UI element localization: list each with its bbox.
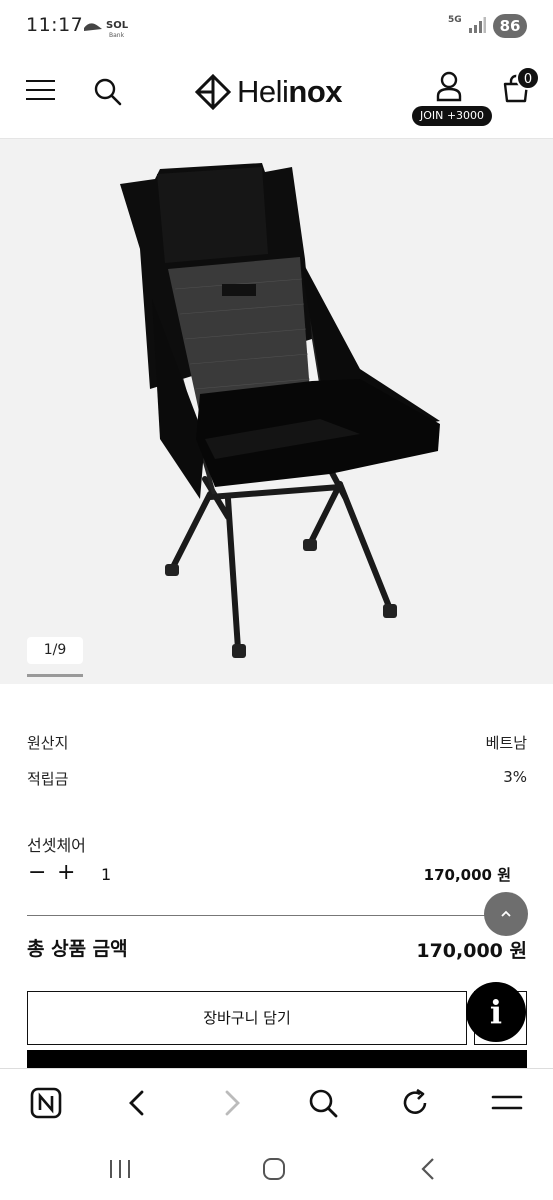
origin-label: 원산지: [27, 734, 69, 752]
site-header: Helinox JOIN +3000 0: [0, 52, 553, 139]
browser-toolbar: [0, 1068, 553, 1138]
quantity-minus-button[interactable]: −: [28, 862, 48, 886]
battery-indicator: 86: [493, 14, 527, 38]
recent-apps-icon[interactable]: [105, 1156, 135, 1182]
divider: [27, 915, 526, 916]
join-badge[interactable]: JOIN +3000: [412, 106, 492, 126]
option-price: 170,000 원: [423, 866, 511, 884]
user-icon[interactable]: [434, 70, 464, 102]
logo-text: Helinox: [237, 74, 343, 110]
sol-label: SOL: [106, 20, 128, 31]
status-time: 11:17: [26, 14, 84, 36]
home-icon[interactable]: [259, 1156, 289, 1182]
browser-search-icon[interactable]: [306, 1086, 340, 1120]
total-label: 총 상품 금액: [27, 938, 128, 960]
system-navigation-bar: [0, 1138, 553, 1200]
status-bar: 11:17 SOL Bank 5G 86: [0, 0, 553, 52]
chair-product-image: [120, 163, 440, 658]
option-name: 선셋체어: [27, 836, 86, 855]
quantity-plus-button[interactable]: +: [57, 862, 77, 886]
forward-arrow-icon[interactable]: [214, 1086, 248, 1120]
menu-button[interactable]: [26, 78, 56, 102]
logo-text-bold: nox: [288, 74, 343, 109]
gallery-progress-bar: [27, 674, 83, 677]
helinox-diamond-icon: [195, 74, 231, 110]
menu-icon-bar: [26, 89, 55, 92]
helinox-logo[interactable]: Helinox: [195, 72, 343, 112]
menu-icon-bar: [26, 98, 55, 101]
product-image-gallery[interactable]: 1/9: [0, 139, 553, 684]
chevron-up-icon: [501, 910, 511, 917]
add-to-cart-button[interactable]: 장바구니 담기: [27, 991, 467, 1045]
gallery-page-indicator: 1/9: [27, 637, 83, 664]
origin-value: 베트남: [485, 734, 527, 752]
naver-home-icon[interactable]: [29, 1086, 63, 1120]
points-label: 적립금: [27, 770, 69, 788]
scroll-top-button[interactable]: [484, 892, 528, 936]
system-back-icon[interactable]: [414, 1156, 444, 1182]
logo-text-light: Heli: [237, 74, 289, 109]
menu-icon: [26, 80, 55, 83]
sol-bank-icon: SOL Bank: [84, 20, 128, 39]
points-value: 3%: [503, 768, 527, 786]
network-type: 5G: [448, 15, 462, 25]
search-icon[interactable]: [92, 76, 124, 108]
cart-count-badge: 0: [516, 66, 540, 90]
browser-menu-icon[interactable]: [490, 1086, 524, 1120]
back-arrow-icon[interactable]: [121, 1086, 155, 1120]
info-icon[interactable]: i: [466, 982, 526, 1042]
refresh-icon[interactable]: [398, 1086, 432, 1120]
total-price: 170,000 원: [416, 940, 527, 962]
quantity-value[interactable]: 1: [101, 865, 111, 884]
sol-sub: Bank: [109, 32, 125, 39]
signal-icon: [469, 17, 486, 33]
